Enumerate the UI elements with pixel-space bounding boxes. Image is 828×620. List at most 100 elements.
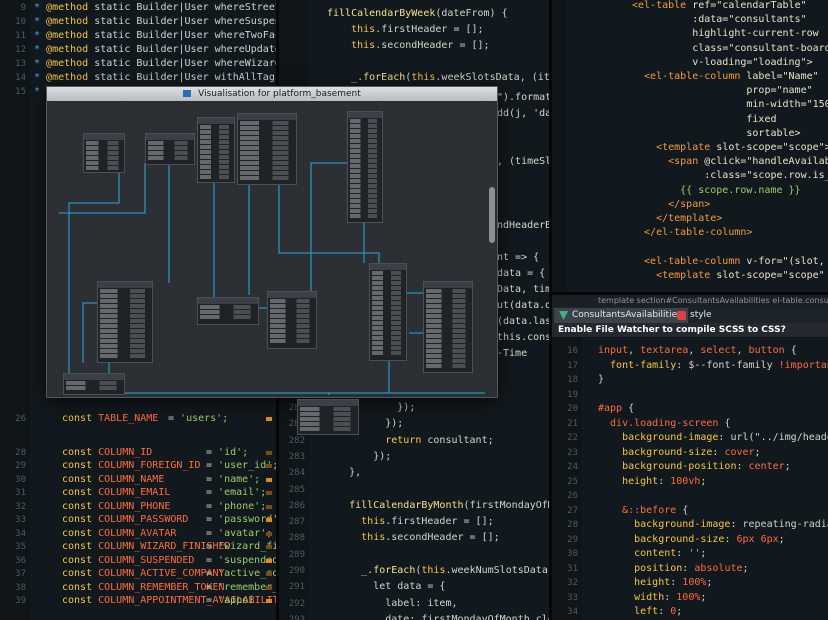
code-line: height: 100%; [598,577,712,588]
db-table-node[interactable] [347,111,383,223]
table-column-row [350,174,380,178]
code-line: }); [313,451,391,462]
table-column-row [100,324,150,328]
assign-operator: = [206,541,219,552]
db-table-node[interactable] [197,117,235,183]
table-column-row [350,214,380,218]
database-diagram-canvas[interactable] [49,103,487,435]
table-column-row [100,314,150,318]
table-header [370,264,406,270]
code-token: class="consultant-board-table" [692,42,828,54]
table-header [146,134,194,140]
table-header [84,134,124,140]
code-token: ; [700,475,707,487]
table-column-row [270,314,314,318]
change-marker [266,504,272,509]
code-token: 100% [676,591,701,603]
code-line: <span @click="handleAvailabili [632,156,828,167]
table-column-row [350,189,380,193]
code-token: &::before [598,504,677,516]
table-column-row [270,329,314,333]
code-line: <el-table-column label="Name" [632,71,819,82]
db-table-node[interactable] [63,373,125,395]
code-token: fillCalendarByWeek [327,8,436,19]
db-table-node[interactable] [145,133,195,165]
code-token: @method [46,2,95,13]
code-token: {{ scope.row.name }} [632,184,801,196]
table-column-row [426,299,470,303]
code-token: { [622,403,635,414]
table-column-row [350,144,380,148]
change-marker [266,518,272,522]
table-column-row [86,166,122,170]
tab-style[interactable]: style [672,308,718,323]
line-number: 18 [567,375,578,385]
db-table-node[interactable] [97,281,153,363]
code-token: }); [313,450,392,462]
visualisation-window[interactable]: Visualisation for platform_basement [46,86,498,435]
db-table-node[interactable] [83,133,125,173]
code-token: : [682,562,695,574]
constant-name: COLUMN_SUSPENDED [98,554,195,566]
change-marker [266,558,272,563]
assign-operator: = [206,446,219,458]
code-token: : [736,461,749,472]
code-line: background-image: repeating-radial-gradi… [598,519,828,530]
table-column-row [100,309,150,313]
db-table-node[interactable] [267,291,317,349]
code-token: font-family [598,359,677,371]
table-column-row [350,169,380,173]
code-token: : $--font-family [676,359,779,371]
code-line: fillCalendarByMonth(firstMondayOfMonth) … [313,500,549,511]
code-token: let data = { [313,581,446,593]
table-header [424,282,472,288]
assign-operator: = [168,413,181,424]
code-fragment: ").format(' [497,92,549,103]
code-token: @method [46,30,95,41]
code-token: height [598,577,671,588]
code-token: }, [313,467,362,479]
const-keyword: const [62,581,99,593]
change-marker [266,572,272,576]
table-column-row [100,319,150,323]
tab-consultants-availabilities[interactable]: ConsultantsAvailabilities [554,308,688,323]
line-number: 288 [288,533,305,544]
code-token: * [34,72,47,83]
code-line: * @method static Builder|User whereSuspe… [34,16,276,27]
code-token: #app [598,403,623,414]
const-keyword: const [62,413,99,424]
style-editor-pane[interactable]: template section#ConsultantsAvailabiliti… [552,295,828,620]
code-token: </el-table-column> [632,227,753,239]
file-watcher-banner[interactable]: Enable File Watcher to compile SCSS to C… [552,323,828,337]
table-column-row [372,351,404,355]
table-column-row [240,161,294,165]
window-titlebar[interactable]: Visualisation for platform_basement [47,87,497,101]
code-token: static Builder|User whereUpdatedAt( [94,44,276,55]
db-table-node[interactable] [197,297,259,325]
code-line: } [598,374,604,385]
db-table-node[interactable] [423,281,473,373]
template-editor-pane[interactable]: <el-table ref="calendarTable" :data="con… [552,0,828,292]
code-line: this.secondHeader = []; [327,40,489,51]
breadcrumb[interactable]: template section#ConsultantsAvailabiliti… [552,295,828,307]
table-column-row [426,319,470,323]
assign-operator: = [206,487,219,498]
db-table-node[interactable] [237,113,297,185]
scrollbar-thumb[interactable] [489,187,495,243]
code-token: 100% [682,577,707,588]
code-token: * [34,16,47,27]
code-token: @method [46,44,95,55]
code-token: return [313,434,428,446]
db-table-node[interactable] [297,399,359,435]
table-column-row [372,316,404,320]
code-line: width: 100%; [598,592,706,603]
code-token: input [598,345,629,356]
line-number: 293 [288,614,305,620]
table-column-row [426,289,470,293]
change-marker [266,545,272,549]
constant-name: COLUMN_AVATAR [98,527,177,539]
code-token: _.forEach [313,565,416,576]
code-token: this [421,565,446,576]
db-table-node[interactable] [369,263,407,361]
vertical-scrollbar[interactable] [488,103,496,395]
